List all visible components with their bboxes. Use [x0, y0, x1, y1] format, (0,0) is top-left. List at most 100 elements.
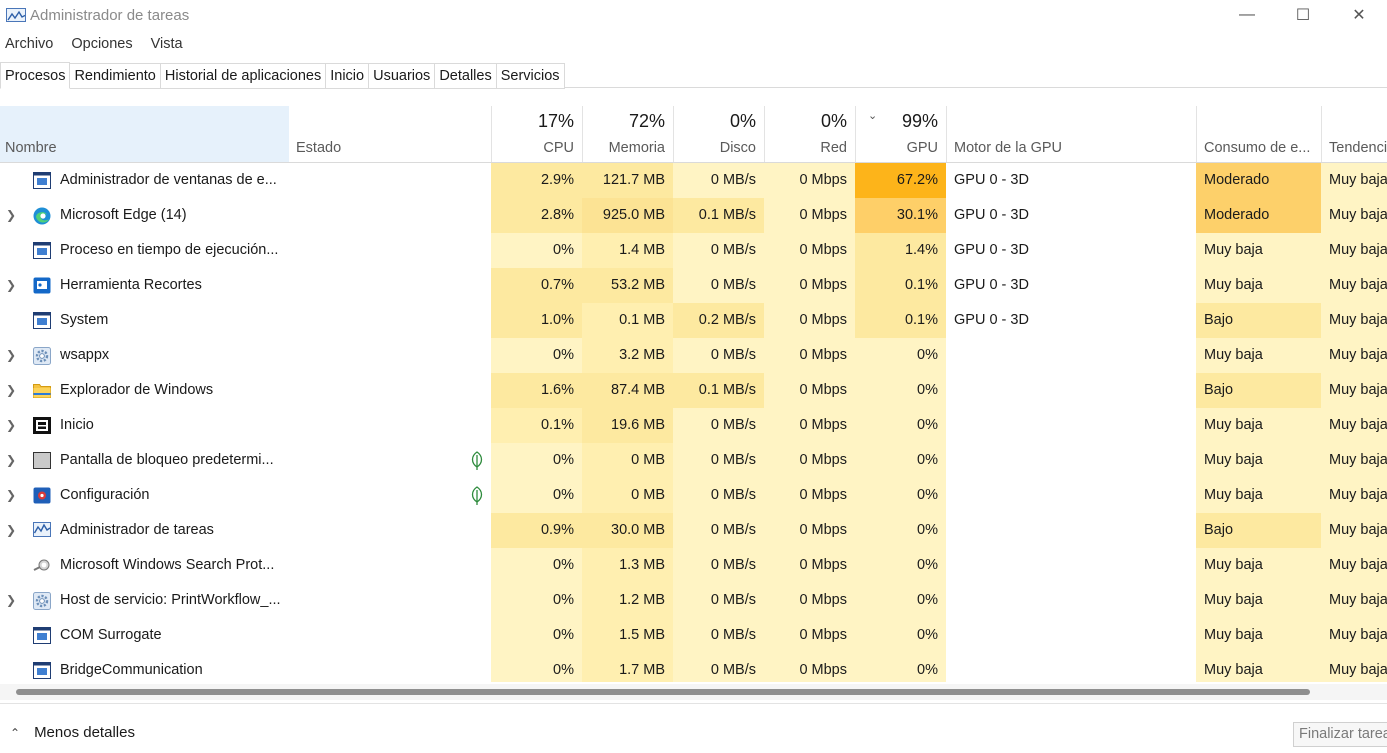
chevron-right-icon[interactable]: ❯ [6, 338, 16, 373]
column-header-status[interactable]: Estado [289, 106, 491, 162]
cell-trend: Muy baja [1321, 198, 1387, 233]
menu-opciones[interactable]: Opciones [62, 36, 141, 52]
window-title: Administrador de tareas [30, 6, 190, 24]
cell-network: 0 Mbps [764, 268, 855, 303]
cell-network: 0 Mbps [764, 443, 855, 478]
table-row[interactable]: System 1.0% 0.1 MB 0.2 MB/s 0 Mbps 0.1% GPU 0 … [0, 303, 1387, 338]
cell-gpu-engine [946, 373, 1196, 408]
close-button[interactable]: ✕ [1331, 0, 1387, 30]
table-row[interactable]: ❯ Administrador de tareas 0.9% 30.0 MB 0 MB/… [0, 513, 1387, 548]
disk-total-pct: 0% [729, 111, 756, 131]
cell-gpu: 0% [855, 583, 946, 618]
cell-gpu-engine [946, 478, 1196, 513]
less-details-button[interactable]: ⌃ Menos detalles [10, 724, 135, 741]
efficiency-mode-leaf-icon [470, 486, 484, 506]
task-manager-icon [6, 8, 26, 22]
cell-gpu-engine [946, 653, 1196, 682]
cell-gpu-engine [946, 338, 1196, 373]
cell-power: Muy baja [1196, 478, 1321, 513]
cell-gpu: 67.2% [855, 163, 946, 198]
cell-memory: 1.7 MB [582, 653, 673, 682]
cell-network: 0 Mbps [764, 373, 855, 408]
table-row[interactable]: COM Surrogate 0% 1.5 MB 0 MB/s 0 Mbps 0% Muy b… [0, 618, 1387, 653]
process-name: Administrador de tareas [60, 522, 214, 538]
cell-gpu: 0% [855, 548, 946, 583]
cell-gpu: 0.1% [855, 303, 946, 338]
end-task-button[interactable]: Finalizar tarea [1293, 722, 1387, 747]
cell-memory: 121.7 MB [582, 163, 673, 198]
table-row[interactable]: BridgeCommunication 0% 1.7 MB 0 MB/s 0 Mbps 0… [0, 653, 1387, 682]
process-name: Explorador de Windows [60, 382, 214, 398]
cell-trend: Muy baja [1321, 618, 1387, 653]
tab-servicios[interactable]: Servicios [496, 63, 565, 89]
cell-gpu-engine: GPU 0 - 3D [954, 312, 1029, 328]
horizontal-scrollbar-thumb[interactable] [16, 689, 1310, 695]
cell-power: Bajo [1196, 303, 1321, 338]
tab-procesos[interactable]: Procesos [0, 62, 71, 89]
minimize-button[interactable]: — [1219, 0, 1275, 30]
column-header-power[interactable]: Consumo de e... [1196, 106, 1321, 162]
table-row[interactable]: ❯ Herramienta Recortes 0.7% 53.2 MB 0 MB/s 0 … [0, 268, 1387, 303]
chevron-right-icon[interactable]: ❯ [6, 583, 16, 618]
process-list: Administrador de ventanas de e... 2.9% 121… [0, 163, 1387, 682]
column-header-gpu-engine[interactable]: Motor de la GPU [946, 106, 1196, 162]
chevron-right-icon[interactable]: ❯ [6, 198, 16, 233]
title-bar: Administrador de tareas — ☐ ✕ [0, 0, 1387, 30]
table-row[interactable]: Administrador de ventanas de e... 2.9% 121… [0, 163, 1387, 198]
column-header-trend[interactable]: Tendenci [1321, 106, 1387, 162]
table-row[interactable]: ❯ Microsoft Edge (14) 2.8% 925.0 MB 0.1 MB/s… [0, 198, 1387, 233]
tab-usuarios[interactable]: Usuarios [369, 63, 436, 89]
footer-divider [0, 703, 1387, 704]
process-name: Herramienta Recortes [60, 277, 202, 293]
column-header-name[interactable]: Nombre [0, 106, 289, 162]
tab-inicio[interactable]: Inicio [326, 63, 370, 89]
column-label-network: Red [820, 140, 847, 156]
column-header-memory[interactable]: 72% Memoria [582, 106, 673, 162]
cell-trend: Muy baja [1321, 373, 1387, 408]
gear-icon [33, 347, 51, 365]
column-label-gpu: GPU [906, 140, 938, 156]
cell-gpu-engine: GPU 0 - 3D [954, 172, 1029, 188]
menu-archivo[interactable]: Archivo [0, 36, 62, 52]
column-label-name: Nombre [5, 140, 57, 156]
table-row[interactable]: Microsoft Windows Search Prot... 0% 1.3 MB… [0, 548, 1387, 583]
window-icon [33, 172, 51, 189]
cell-network: 0 Mbps [764, 618, 855, 653]
table-row[interactable]: Proceso en tiempo de ejecución... 0% 1.4 M… [0, 233, 1387, 268]
cell-disk: 0 MB/s [673, 618, 764, 653]
column-header-network[interactable]: 0% Red [764, 106, 855, 162]
tab-historial[interactable]: Historial de aplicaciones [160, 63, 327, 89]
cell-cpu: 2.8% [491, 198, 582, 233]
column-label-disk: Disco [719, 140, 756, 156]
chevron-right-icon[interactable]: ❯ [6, 478, 16, 513]
cell-cpu: 0.9% [491, 513, 582, 548]
table-row[interactable]: ❯ Host de servicio: PrintWorkflow_... 0% 1.… [0, 583, 1387, 618]
table-row[interactable]: ❯ Inicio 0.1% 19.6 MB 0 MB/s 0 Mbps 0% Muy baja… [0, 408, 1387, 443]
chevron-right-icon[interactable]: ❯ [6, 373, 16, 408]
column-header-disk[interactable]: 0% Disco [673, 106, 764, 162]
column-header-cpu[interactable]: 17% CPU [491, 106, 582, 162]
tab-detalles[interactable]: Detalles [435, 63, 497, 89]
table-row[interactable]: ❯ Pantalla de bloqueo predetermi... 0% 0 MB… [0, 443, 1387, 478]
cell-gpu-engine: GPU 0 - 3D [954, 277, 1029, 293]
lock-screen-icon [33, 452, 51, 469]
chevron-right-icon[interactable]: ❯ [6, 513, 16, 548]
cell-memory: 53.2 MB [582, 268, 673, 303]
cell-gpu: 0% [855, 338, 946, 373]
table-row[interactable]: ❯ wsappx 0% 3.2 MB 0 MB/s 0 Mbps 0% Muy baja Muy… [0, 338, 1387, 373]
chevron-right-icon[interactable]: ❯ [6, 443, 16, 478]
process-name: Configuración [60, 487, 150, 503]
cell-memory: 87.4 MB [582, 373, 673, 408]
maximize-button[interactable]: ☐ [1275, 0, 1331, 30]
column-header-gpu[interactable]: ⌄ 99% GPU [855, 106, 946, 162]
chevron-right-icon[interactable]: ❯ [6, 408, 16, 443]
table-row[interactable]: ❯ Explorador de Windows 1.6% 87.4 MB 0.1 MB/… [0, 373, 1387, 408]
cell-memory: 1.4 MB [582, 233, 673, 268]
cell-gpu: 0.1% [855, 268, 946, 303]
cell-power: Muy baja [1196, 268, 1321, 303]
tab-rendimiento[interactable]: Rendimiento [70, 63, 161, 89]
process-name: COM Surrogate [60, 627, 162, 643]
menu-vista[interactable]: Vista [142, 36, 192, 52]
table-row[interactable]: ❯ Configuración 0% 0 MB 0 MB/s 0 Mbps 0% Muy ba… [0, 478, 1387, 513]
chevron-right-icon[interactable]: ❯ [6, 268, 16, 303]
